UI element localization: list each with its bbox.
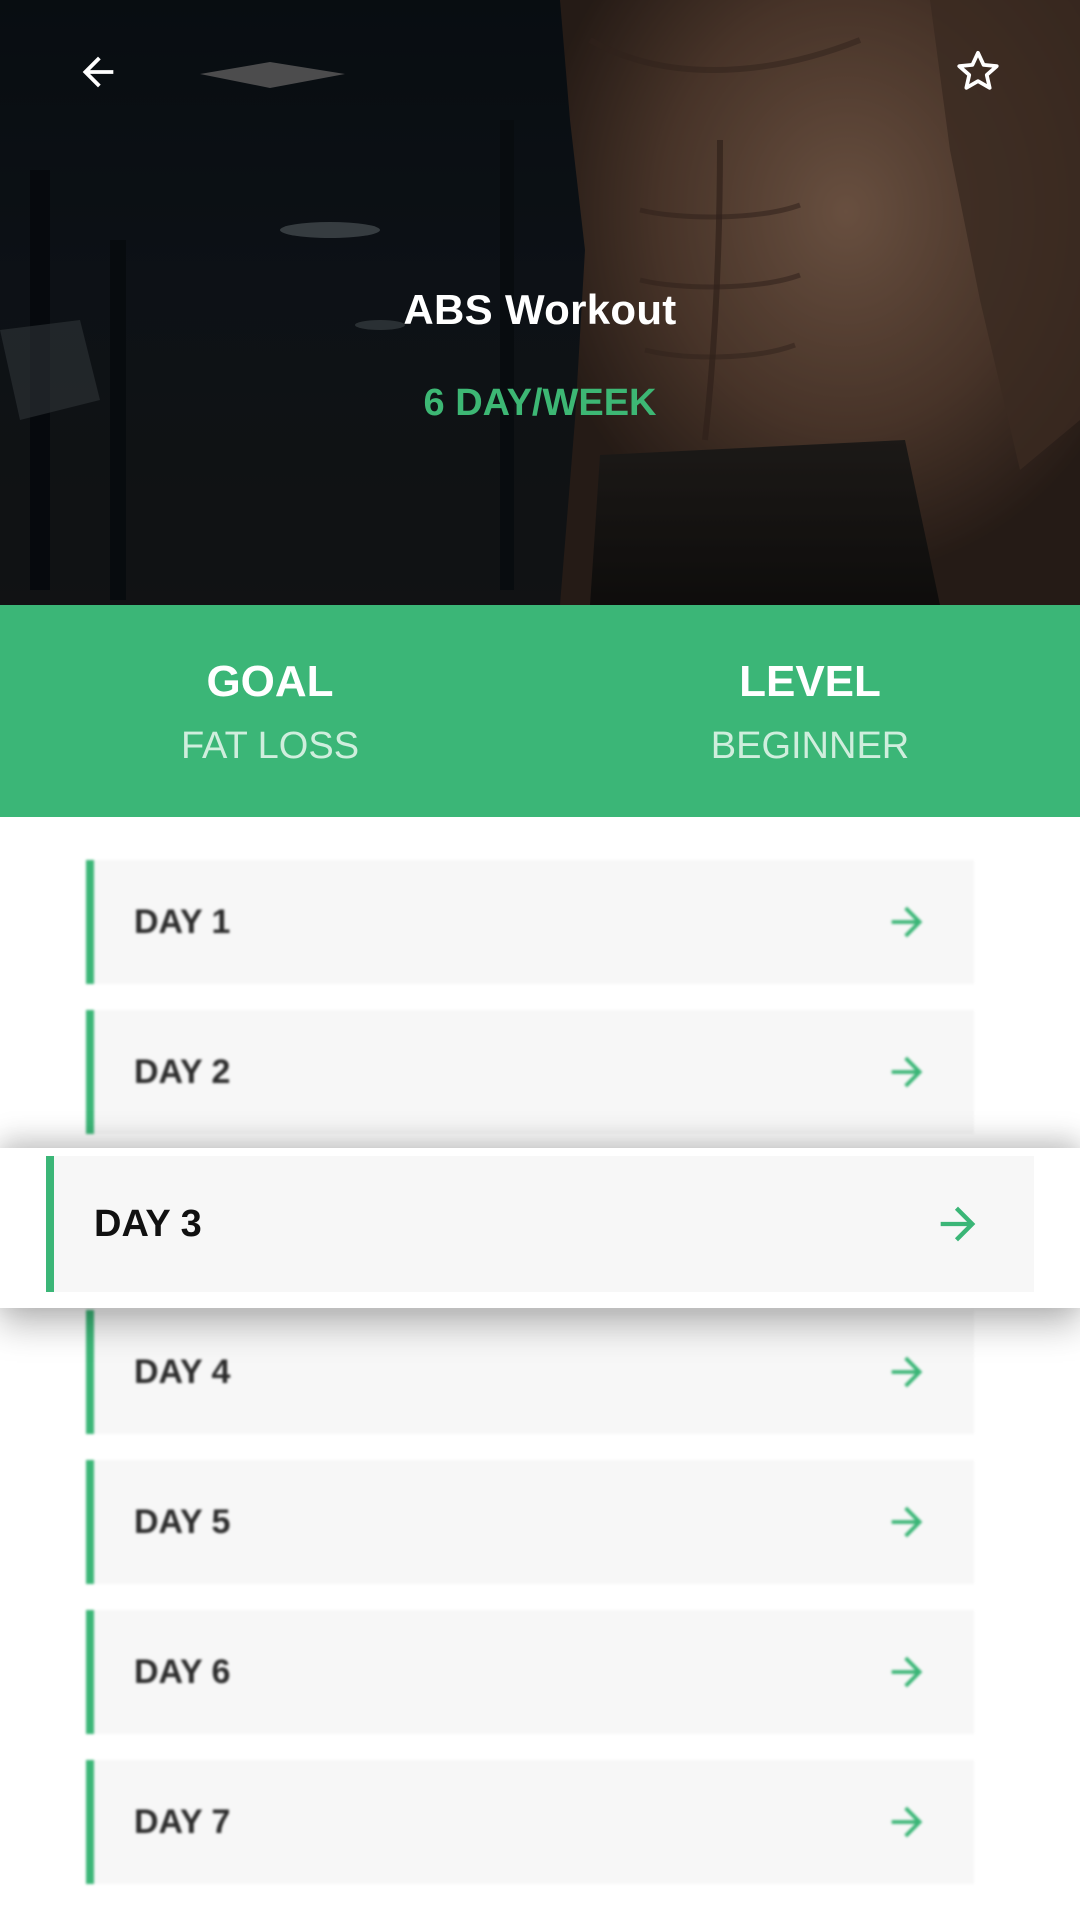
arrow-right-icon [891, 1656, 923, 1688]
day-card-3[interactable]: DAY 3 [46, 1156, 1034, 1292]
day-label: DAY 5 [134, 1502, 231, 1541]
arrow-right-icon [891, 1806, 923, 1838]
day-card-1[interactable]: DAY 1 [86, 860, 974, 984]
day-label: DAY 6 [134, 1652, 231, 1691]
day-label: DAY 2 [134, 1052, 231, 1091]
day-card-4[interactable]: DAY 4 [86, 1310, 974, 1434]
arrow-right-icon [891, 1356, 923, 1388]
highlighted-day-container: DAY 3 [0, 1148, 1080, 1308]
day-list: DAY 1 DAY 2 DAY 4 DAY 5 DAY 6 DAY 7 DAY … [0, 0, 1080, 1920]
day-label: DAY 3 [94, 1202, 202, 1245]
day-label: DAY 7 [134, 1802, 231, 1841]
day-label: DAY 4 [134, 1352, 231, 1391]
day-label: DAY 1 [134, 902, 231, 941]
arrow-right-icon [891, 1506, 923, 1538]
day-card-5[interactable]: DAY 5 [86, 1460, 974, 1584]
day-card-2[interactable]: DAY 2 [86, 1010, 974, 1134]
arrow-right-icon [891, 1056, 923, 1088]
arrow-right-icon [940, 1206, 976, 1242]
arrow-right-icon [891, 906, 923, 938]
day-card-6[interactable]: DAY 6 [86, 1610, 974, 1734]
day-card-7[interactable]: DAY 7 [86, 1760, 974, 1884]
